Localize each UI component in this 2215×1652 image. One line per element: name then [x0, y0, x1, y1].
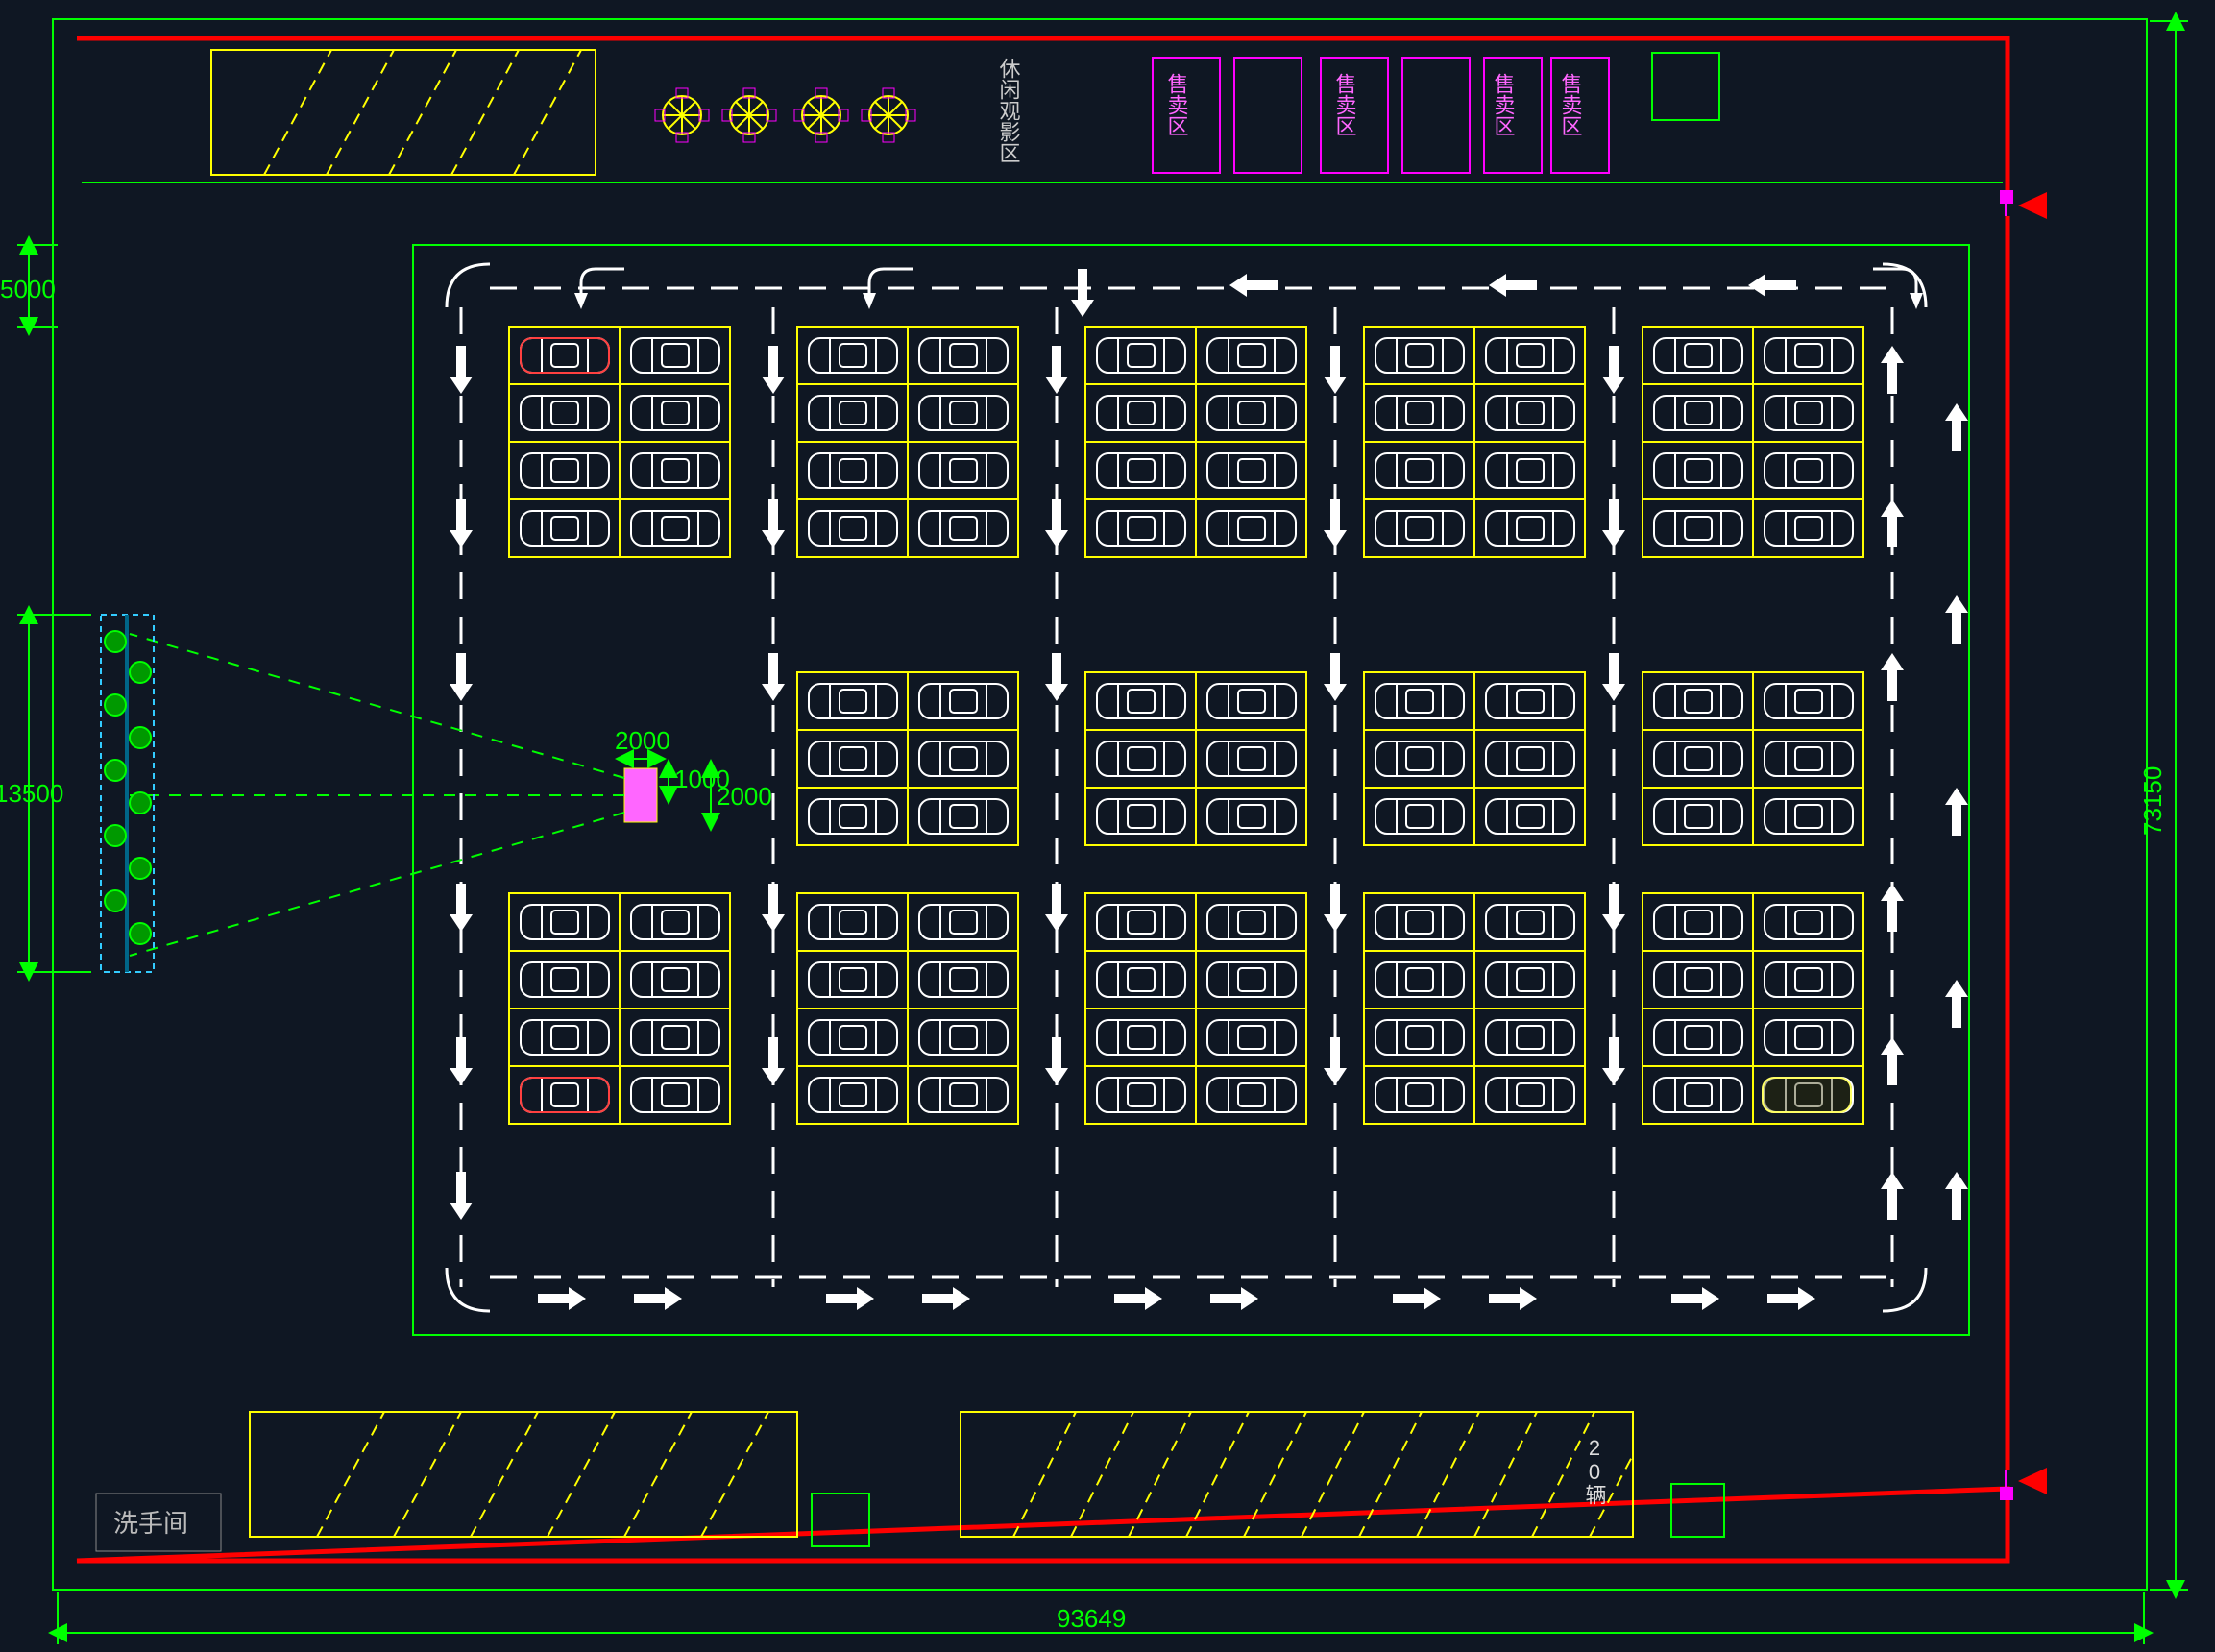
zone-label-leisure: 休闲观影区	[997, 58, 1021, 163]
svg-text:2000: 2000	[615, 726, 670, 755]
svg-text:73150: 73150	[2138, 766, 2167, 836]
svg-text:2000: 2000	[717, 782, 772, 811]
svg-text:13500: 13500	[0, 779, 63, 808]
drawing-canvas[interactable]: 休闲观影区 售卖区 售卖区 售卖区 售卖区	[0, 0, 2215, 1652]
svg-text:20辆: 20辆	[1583, 1436, 1607, 1505]
svg-text:5000: 5000	[0, 275, 56, 304]
svg-text:售卖区: 售卖区	[1492, 73, 1516, 136]
svg-text:售卖区: 售卖区	[1333, 73, 1357, 136]
svg-text:售卖区: 售卖区	[1165, 73, 1189, 136]
svg-text:洗手间: 洗手间	[113, 1509, 188, 1538]
svg-text:售卖区: 售卖区	[1559, 73, 1583, 136]
svg-text:93649: 93649	[1057, 1604, 1126, 1633]
